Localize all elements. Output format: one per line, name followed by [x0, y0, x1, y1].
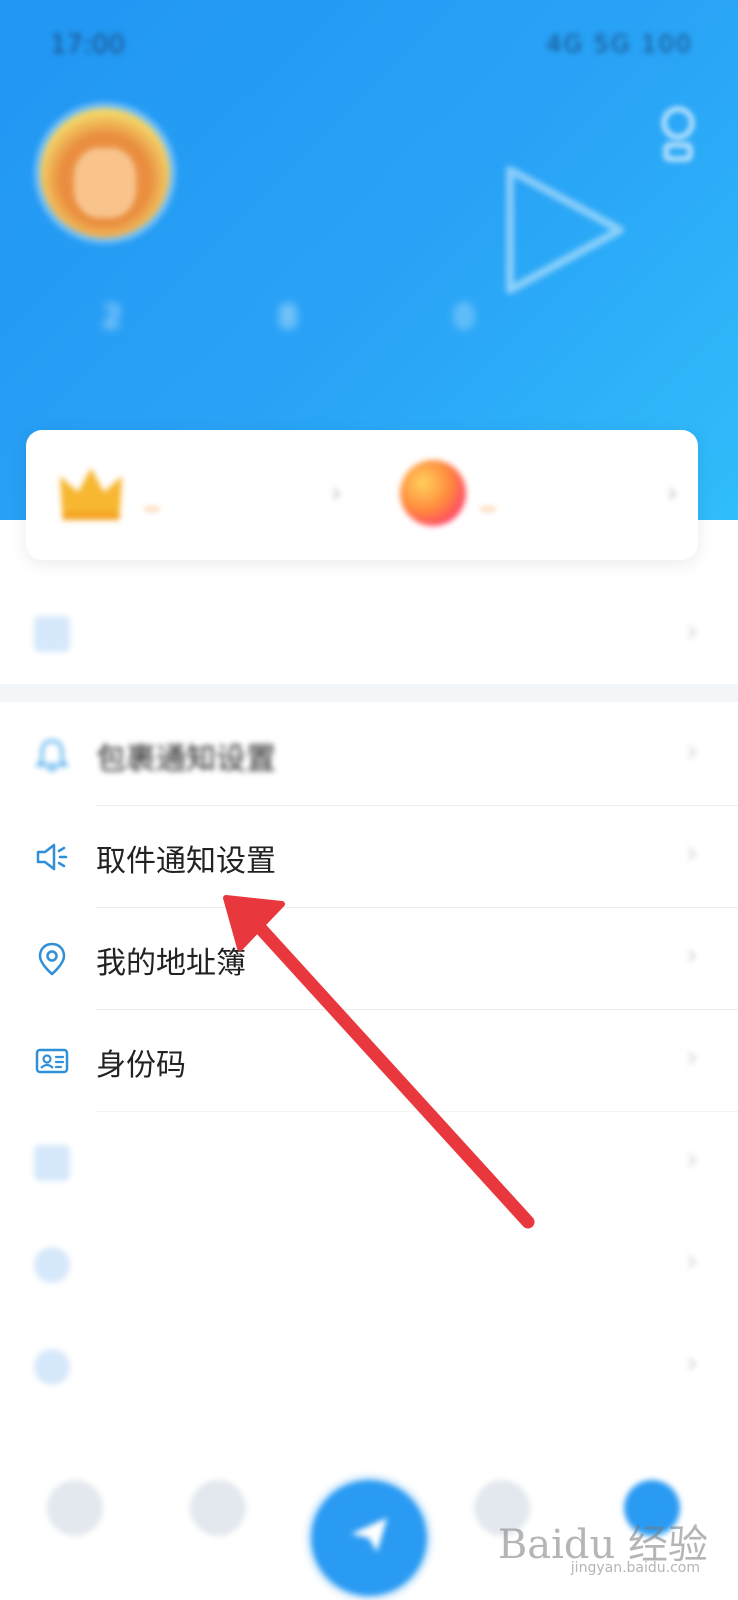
- status-time: 17:00: [50, 30, 125, 60]
- settings-icon[interactable]: [658, 105, 698, 165]
- menu-row-id-code[interactable]: 身份码 ›: [0, 1010, 738, 1112]
- menu-row-pass[interactable]: ›: [0, 1112, 738, 1214]
- chevron-right-icon: ›: [686, 836, 698, 871]
- bell-icon: [34, 739, 70, 772]
- status-bar: 17:00 4G 5G 100: [0, 0, 738, 90]
- card-badge: [480, 508, 496, 510]
- watermark-url: jingyan.baidu.com: [570, 1560, 700, 1576]
- chevron-right-icon: ›: [686, 734, 698, 769]
- speaker-icon: [36, 843, 68, 871]
- menu-row-service[interactable]: ›: [0, 1214, 738, 1316]
- points-icon: [400, 460, 466, 526]
- chevron-right-icon: ›: [686, 938, 698, 973]
- menu-row-address-book[interactable]: 我的地址簿 ›: [0, 908, 738, 1010]
- stat-number: 8: [278, 300, 298, 335]
- service-icon: [34, 1247, 70, 1283]
- orders-icon: [190, 1480, 246, 1536]
- stat-item[interactable]: 8: [208, 300, 368, 347]
- stats-row: 2 8 0: [0, 300, 540, 390]
- member-center-entry[interactable]: ›: [26, 430, 362, 560]
- top-menu-row[interactable]: ›: [0, 580, 738, 684]
- home-icon: [47, 1480, 103, 1536]
- menu-row-feedback[interactable]: ›: [0, 1316, 738, 1418]
- crown-icon: [60, 468, 122, 520]
- chevron-right-icon: ›: [686, 1244, 698, 1279]
- nav-home[interactable]: [35, 1480, 115, 1570]
- stat-item[interactable]: 2: [32, 300, 192, 347]
- feedback-icon: [34, 1349, 70, 1385]
- card-badge: [144, 508, 160, 510]
- chevron-right-icon: ›: [686, 1346, 698, 1381]
- avatar[interactable]: [40, 108, 170, 238]
- stat-number: 0: [454, 300, 474, 335]
- stat-item[interactable]: 0: [384, 300, 544, 347]
- chevron-right-icon: ›: [686, 614, 698, 649]
- section-gap: [0, 684, 738, 702]
- album-icon: [34, 616, 70, 652]
- nav-send-button[interactable]: [311, 1480, 427, 1596]
- points-entry[interactable]: ›: [362, 430, 698, 560]
- chevron-right-icon: ›: [330, 476, 342, 509]
- member-card: › ›: [26, 430, 698, 560]
- chevron-right-icon: ›: [686, 1040, 698, 1075]
- menu-row-package-notify[interactable]: 包裹通知设置 ›: [0, 704, 738, 806]
- stat-number: 2: [102, 300, 122, 335]
- send-icon: [351, 1518, 387, 1552]
- row-label: 我的地址簿: [96, 946, 246, 981]
- play-decoration-icon: [506, 166, 624, 294]
- chevron-right-icon: ›: [686, 1142, 698, 1177]
- location-pin-icon: [38, 942, 66, 976]
- row-label: 包裹通知设置: [96, 742, 276, 777]
- chevron-right-icon: ›: [666, 476, 678, 509]
- menu-row-pickup-notify[interactable]: 取件通知设置 ›: [0, 806, 738, 908]
- id-card-icon: [35, 1048, 69, 1074]
- pass-icon: [34, 1145, 70, 1181]
- row-label: 身份码: [96, 1048, 186, 1083]
- avatar-face: [74, 148, 136, 218]
- status-icons: 4G 5G 100: [546, 30, 693, 58]
- nav-orders[interactable]: [178, 1480, 258, 1570]
- row-label: 取件通知设置: [96, 844, 276, 879]
